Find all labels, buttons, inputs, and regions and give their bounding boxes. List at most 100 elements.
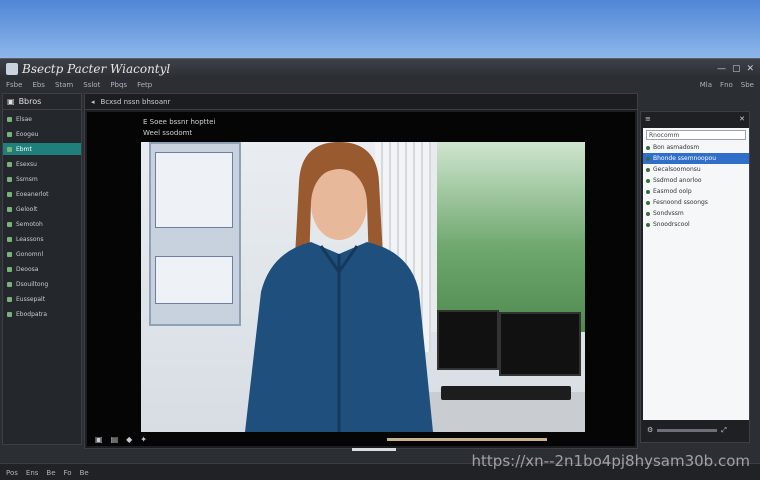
image-caption: E Soee bssnr hopttei	[143, 118, 216, 126]
sidebar-item-label: Leassons	[16, 235, 44, 243]
back-icon[interactable]: ◂	[91, 98, 95, 106]
panel-row-selected[interactable]: Bhonde ssemnoopou	[643, 153, 749, 164]
status-item[interactable]: Ens	[26, 469, 39, 477]
menu-item[interactable]: Fsbe	[6, 81, 22, 89]
sidebar-item[interactable]: Geloolt	[3, 203, 81, 215]
viewer-footer: ▣ ▤ ◆ ✦	[87, 432, 635, 446]
status-item[interactable]: Be	[46, 469, 55, 477]
viewer-toolbar: ◂ Bcxsd nssn bhsoanr	[85, 94, 637, 110]
panel-row-label: Fesnoond ssoongs	[653, 199, 708, 206]
sidebar-item-active[interactable]: Ebmt	[3, 143, 81, 155]
panel-menu-icon[interactable]: ≡	[645, 115, 651, 123]
folder-icon: ▣	[7, 97, 15, 106]
expand-icon[interactable]: ⤢	[721, 426, 727, 435]
bullet-icon	[646, 189, 650, 194]
sidebar-item[interactable]: Ssmsm	[3, 173, 81, 185]
panel-row[interactable]: Snoodrscool	[643, 219, 749, 230]
panel-row-label: Sondvssm	[653, 210, 684, 217]
sidebar-item[interactable]: Elsae	[3, 113, 81, 125]
sidebar-header: ▣ Bbros	[3, 94, 81, 110]
sidebar-item[interactable]: Ebodpatra	[3, 308, 81, 320]
sidebar: ▣ Bbros Elsae Eoogeu Ebmt Esexsu Ssmsm E…	[2, 93, 82, 445]
folder-icon	[7, 161, 12, 167]
window-title: Bsectp Pacter Wiacontyl	[22, 62, 171, 76]
status-item[interactable]: Pos	[6, 469, 18, 477]
person-figure	[245, 142, 433, 432]
sidebar-item[interactable]: Semotoh	[3, 218, 81, 230]
folder-icon	[7, 251, 12, 257]
sidebar-item[interactable]: Eoogeu	[3, 128, 81, 140]
title-bar: Bsectp Pacter Wiacontyl — ▢ ✕	[0, 59, 760, 79]
sidebar-item[interactable]: Gonomnl	[3, 248, 81, 260]
photo-image	[141, 142, 585, 432]
status-item[interactable]: Be	[80, 469, 89, 477]
keyboard	[441, 386, 571, 400]
sidebar-item[interactable]: Dsouiltong	[3, 278, 81, 290]
bullet-icon	[646, 145, 650, 150]
folder-icon	[7, 311, 12, 317]
menu-bar: Fsbe Ebs Stam Sslot Pbqs Fetp Mla Fno Sb…	[0, 79, 760, 91]
menu-right: Mla Fno Sbe	[700, 81, 754, 89]
menu-item[interactable]: Sbe	[741, 81, 754, 89]
folder-icon	[7, 296, 12, 302]
close-button[interactable]: ✕	[746, 64, 754, 74]
panel-row[interactable]: Gecalsoomonsu	[643, 164, 749, 175]
timeline-bar[interactable]	[387, 438, 547, 441]
status-item[interactable]: Fo	[64, 469, 72, 477]
folder-icon	[7, 206, 12, 212]
horizontal-scrollbar[interactable]	[352, 448, 396, 451]
bullet-icon	[646, 167, 650, 172]
photo-viewer-window: Bsectp Pacter Wiacontyl — ▢ ✕ Fsbe Ebs S…	[0, 58, 760, 480]
folder-icon	[7, 191, 12, 197]
sidebar-item-label: Eoogeu	[16, 130, 39, 138]
sidebar-item[interactable]: Eoeanerlot	[3, 188, 81, 200]
panel-row[interactable]: Easmod oolp	[643, 186, 749, 197]
panel-search-input[interactable]: Rnocomm	[646, 130, 746, 140]
panel-row[interactable]: Sondvssm	[643, 208, 749, 219]
sidebar-item[interactable]: Eussepalt	[3, 293, 81, 305]
sidebar-item[interactable]: Esexsu	[3, 158, 81, 170]
drop-icon[interactable]: ◆	[126, 435, 132, 444]
bullet-icon	[646, 178, 650, 183]
sidebar-item-label: Deoosa	[16, 265, 39, 273]
sidebar-item-label: Geloolt	[16, 205, 38, 213]
panel-row[interactable]: Bon asmadosm	[643, 142, 749, 153]
sidebar-item[interactable]: Deoosa	[3, 263, 81, 275]
menu-item[interactable]: Mla	[700, 81, 712, 89]
menu-item[interactable]: Sslot	[83, 81, 100, 89]
panel-row[interactable]: Fesnoond ssoongs	[643, 197, 749, 208]
panel-row-label: Ssdmod anorloo	[653, 177, 702, 184]
maximize-button[interactable]: ▢	[732, 64, 741, 74]
pin-icon[interactable]: ✦	[140, 435, 147, 444]
window-controls: — ▢ ✕	[717, 64, 754, 74]
folder-icon	[7, 236, 12, 242]
sidebar-item[interactable]: Leassons	[3, 233, 81, 245]
watermark-url: https://xn--2n1bo4pj8hysam30b.com	[471, 452, 750, 470]
panel-row-label: Bhonde ssemnoopou	[653, 155, 717, 162]
menu-item[interactable]: Fetp	[137, 81, 152, 89]
panel-row[interactable]: Ssdmod anorloo	[643, 175, 749, 186]
sidebar-item-label: Gonomnl	[16, 250, 44, 258]
sidebar-item-label: Esexsu	[16, 160, 37, 168]
folder-icon	[7, 131, 12, 137]
menu-item[interactable]: Ebs	[32, 81, 45, 89]
panel-row-label: Snoodrscool	[653, 221, 690, 228]
panel-close-icon[interactable]: ✕	[739, 115, 745, 123]
panel-row-label: Easmod oolp	[653, 188, 692, 195]
zoom-slider[interactable]	[657, 428, 718, 432]
settings-icon[interactable]: ⚙	[647, 426, 653, 434]
menu-item[interactable]: Stam	[55, 81, 73, 89]
monitor	[499, 312, 581, 376]
bullet-icon	[646, 211, 650, 216]
menu-item[interactable]: Pbqs	[110, 81, 127, 89]
panel-header: ≡ ✕	[641, 112, 749, 126]
image-canvas[interactable]: E Soee bssnr hopttei Weel ssodomt ▣ ▤ ◆ …	[87, 112, 635, 446]
minimize-button[interactable]: —	[717, 64, 726, 74]
folder-icon	[7, 116, 12, 122]
menu-item[interactable]: Fno	[720, 81, 733, 89]
office-window	[431, 142, 585, 332]
sidebar-item-label: Elsae	[16, 115, 32, 123]
sidebar-item-label: Eussepalt	[16, 295, 46, 303]
grid-icon[interactable]: ▣	[95, 435, 103, 444]
monitor-icon[interactable]: ▤	[111, 435, 119, 444]
